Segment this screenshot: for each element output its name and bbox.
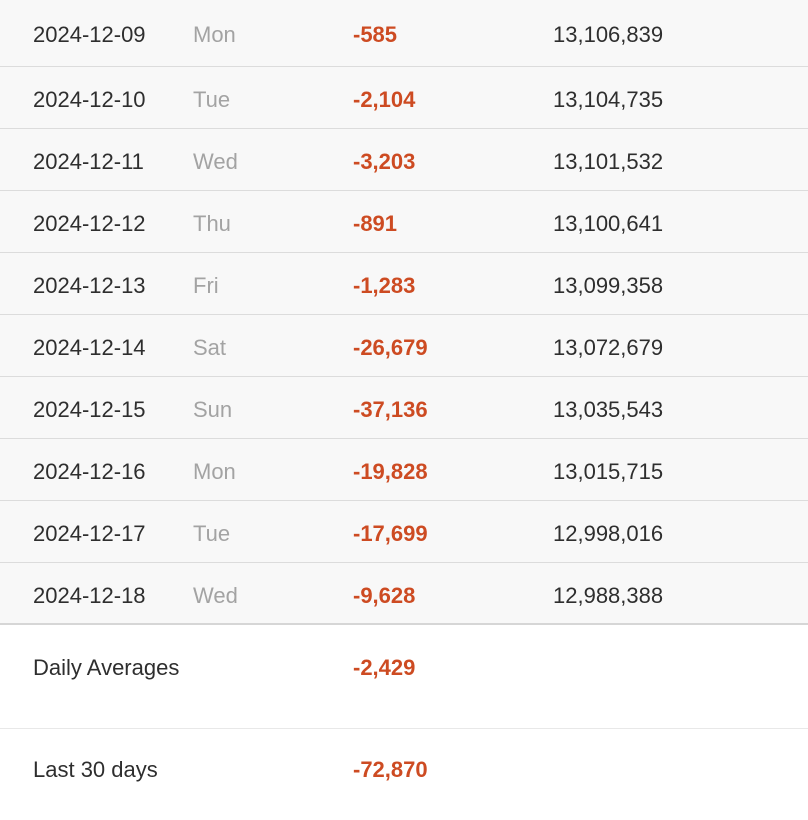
weekday-cell: Thu	[193, 211, 231, 236]
change-cell: -1,283	[353, 273, 416, 298]
table-row: 2024-12-12 Thu -891 13,100,641	[0, 191, 808, 253]
table-row: 2024-12-13 Fri -1,283 13,099,358	[0, 253, 808, 315]
table-row: 2024-12-14 Sat -26,679 13,072,679	[0, 315, 808, 377]
weekday-cell: Wed	[193, 583, 238, 608]
daily-averages-label: Daily Averages	[33, 655, 180, 680]
total-cell: 13,072,679	[553, 335, 664, 360]
date-cell: 2024-12-16	[33, 459, 146, 484]
weekday-cell: Tue	[193, 87, 231, 112]
change-cell: -26,679	[353, 335, 428, 360]
date-cell: 2024-12-15	[33, 397, 146, 422]
table-row: 2024-12-18 Wed -9,628 12,988,388	[0, 563, 808, 625]
total-cell: 13,100,641	[553, 211, 664, 236]
daily-stats-table: 2024-12-09 Mon -585 13,106,839 2024-12-1…	[0, 0, 808, 625]
change-cell: -585	[353, 22, 398, 47]
change-cell: -37,136	[353, 397, 428, 422]
daily-averages-row: Daily Averages -2,429	[0, 629, 808, 729]
table-row: 2024-12-17 Tue -17,699 12,998,016	[0, 501, 808, 563]
last-30-days-row: Last 30 days -72,870	[0, 729, 808, 820]
change-cell: -17,699	[353, 521, 428, 546]
table-row: 2024-12-10 Tue -2,104 13,104,735	[0, 67, 808, 129]
change-cell: -19,828	[353, 459, 428, 484]
weekday-cell: Wed	[193, 149, 238, 174]
table-row: 2024-12-11 Wed -3,203 13,101,532	[0, 129, 808, 191]
last-30-days-label: Last 30 days	[33, 757, 158, 782]
table-row: 2024-12-15 Sun -37,136 13,035,543	[0, 377, 808, 439]
date-cell: 2024-12-13	[33, 273, 146, 298]
weekday-cell: Tue	[193, 521, 231, 546]
total-cell: 13,101,532	[553, 149, 664, 174]
total-cell: 12,998,016	[553, 521, 664, 546]
weekday-cell: Fri	[193, 273, 219, 298]
weekday-cell: Mon	[193, 22, 236, 47]
table-row: 2024-12-16 Mon -19,828 13,015,715	[0, 439, 808, 501]
table-row: 2024-12-09 Mon -585 13,106,839	[0, 0, 808, 67]
date-cell: 2024-12-14	[33, 335, 146, 360]
date-cell: 2024-12-17	[33, 521, 146, 546]
weekday-cell: Mon	[193, 459, 236, 484]
total-cell: 13,015,715	[553, 459, 664, 484]
last-30-days-value: -72,870	[353, 757, 428, 782]
daily-averages-value: -2,429	[353, 655, 416, 680]
change-cell: -9,628	[353, 583, 416, 608]
change-cell: -3,203	[353, 149, 416, 174]
total-cell: 13,104,735	[553, 87, 664, 112]
weekday-cell: Sun	[193, 397, 233, 422]
total-cell: 13,099,358	[553, 273, 664, 298]
date-cell: 2024-12-18	[33, 583, 146, 608]
total-cell: 12,988,388	[553, 583, 664, 608]
total-cell: 13,106,839	[553, 22, 664, 47]
date-cell: 2024-12-10	[33, 87, 146, 112]
weekday-cell: Sat	[193, 335, 227, 360]
date-cell: 2024-12-11	[33, 149, 144, 174]
date-cell: 2024-12-09	[33, 22, 146, 47]
date-cell: 2024-12-12	[33, 211, 146, 236]
change-cell: -2,104	[353, 87, 416, 112]
total-cell: 13,035,543	[553, 397, 664, 422]
change-cell: -891	[353, 211, 398, 236]
